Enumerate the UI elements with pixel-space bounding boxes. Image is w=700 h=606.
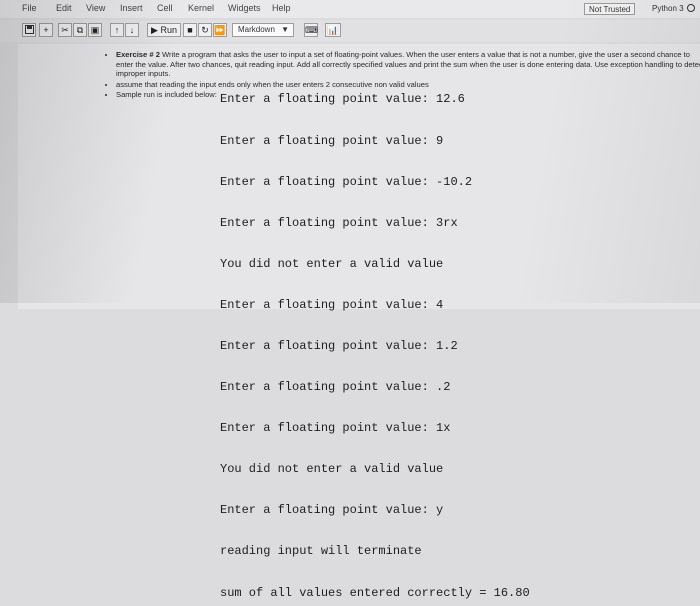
paste-icon[interactable]: ▣ [88,23,102,37]
keyboard-icon[interactable]: ⌨ [304,23,318,37]
output-line: Enter a floating point value: 4 [220,297,444,312]
output-line: Enter a floating point value: 1.2 [220,338,458,353]
output-line: Enter a floating point value: 3rx [220,215,458,230]
chart-icon[interactable]: 📊 [325,23,341,37]
kernel-idle-icon [686,4,695,12]
kernel-indicator: Python 3 [648,3,699,15]
run-label: Run [160,25,177,35]
menu-bar: File Edit View Insert Cell Kernel Widget… [0,0,700,18]
cell-type-value: Markdown [238,25,275,34]
cut-icon[interactable]: ✂ [58,23,72,37]
output-line: reading input will terminate [220,544,422,559]
move-up-icon[interactable]: ↑ [110,23,124,37]
output-line: You did not enter a valid value [220,256,444,271]
menu-view[interactable]: View [86,3,105,13]
cell-type-select[interactable]: Markdown ▼ [232,23,294,37]
menu-cell[interactable]: Cell [157,3,173,13]
copy-icon[interactable]: ⧉ [73,23,87,37]
sample-run-output: Enter a floating point value: 12.6 Enter… [220,66,680,606]
menu-insert[interactable]: Insert [120,3,143,13]
save-icon[interactable] [22,23,36,37]
output-line: sum of all values entered correctly = 16… [220,585,530,600]
fast-forward-icon[interactable]: ⏩ [213,23,227,37]
output-line: Enter a floating point value: 12.6 [220,92,465,107]
output-line: Enter a floating point value: y [220,503,444,518]
menu-help[interactable]: Help [272,3,291,13]
stop-icon[interactable]: ■ [183,23,197,37]
move-down-icon[interactable]: ↓ [125,23,139,37]
add-cell-icon[interactable]: + [39,23,53,37]
output-line: Enter a floating point value: 1x [220,421,451,436]
restart-icon[interactable]: ↻ [198,23,212,37]
exercise-title: Exercise # 2 [116,50,160,59]
output-line: Enter a floating point value: 9 [220,133,444,148]
chevron-down-icon: ▼ [281,25,289,34]
output-line: Enter a floating point value: .2 [220,380,451,395]
output-line: You did not enter a valid value [220,462,444,477]
menu-file[interactable]: File [22,3,37,13]
menu-widgets[interactable]: Widgets [228,3,261,13]
output-line: Enter a floating point value: -10.2 [220,174,473,189]
menu-edit[interactable]: Edit [56,3,72,13]
sample-run-text: Sample run is included below: [116,90,217,99]
run-button[interactable]: ▶ Run [147,23,181,37]
menu-kernel[interactable]: Kernel [188,3,214,13]
not-trusted-badge[interactable]: Not Trusted [584,3,636,15]
kernel-name: Python 3 [652,4,684,13]
toolbar: + ✂ ⧉ ▣ ↑ ↓ ▶ Run ■ ↻ ⏩ Markdown ▼ ⌨ 📊 [0,20,700,42]
